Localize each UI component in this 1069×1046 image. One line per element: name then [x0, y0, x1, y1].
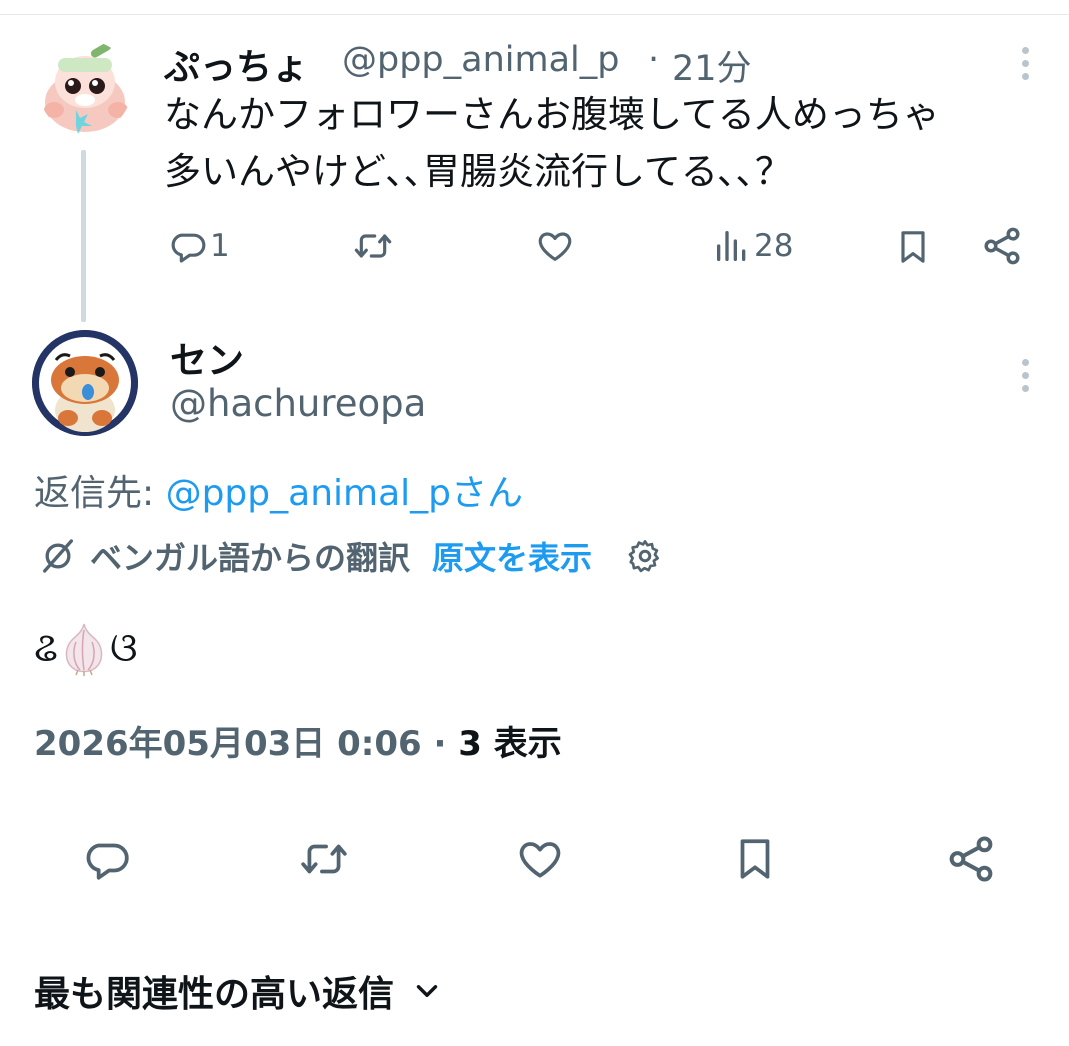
parent-text-line: なんかフォロワーさんお腹壊してる人めっちゃ — [164, 93, 940, 136]
bookmark-icon — [740, 839, 770, 879]
reply-text-right: ଓ — [110, 625, 138, 671]
reply-bookmark-button[interactable] — [730, 832, 780, 886]
parent-bookmark-button[interactable] — [893, 226, 933, 268]
retweet-icon — [354, 234, 392, 258]
chevron-down-icon — [416, 985, 438, 997]
parent-reply-count: 1 — [210, 228, 230, 264]
thread-connector-line — [81, 150, 86, 322]
like-icon — [538, 232, 572, 261]
more-icon[interactable] — [1011, 44, 1041, 84]
parent-view-count: 28 — [754, 228, 794, 264]
parent-timestamp[interactable]: 21分 — [672, 40, 752, 91]
translation-label: ベンガル語からの翻訳 — [90, 539, 411, 577]
retweet-icon — [301, 844, 347, 874]
reply-display-name[interactable]: セン — [170, 330, 244, 384]
translation-row: ベンガル語からの翻訳 原文を表示 — [38, 533, 664, 579]
meta-separator: · — [421, 724, 459, 764]
reply-to-mention[interactable]: @ppp_animal_pさん — [166, 473, 523, 514]
reply-icon — [171, 233, 206, 263]
share-icon — [949, 836, 993, 882]
parent-text-line: 多いんやけど､､胃腸炎流行してる､､？ — [164, 150, 792, 193]
reply-to-line: 返信先: @ppp_animal_pさん — [34, 464, 523, 516]
parent-avatar[interactable] — [38, 40, 132, 134]
reply-tweet-text: ଌ ଓ — [34, 620, 138, 676]
show-original-link[interactable]: 原文を表示 — [432, 533, 592, 579]
reply-retweet-button[interactable] — [298, 834, 350, 884]
more-icon[interactable] — [1011, 356, 1041, 396]
parent-handle[interactable]: @ppp_animal_p — [342, 40, 620, 80]
reply-avatar[interactable] — [32, 330, 138, 436]
translate-icon — [43, 539, 74, 573]
parent-retweet-button[interactable] — [352, 226, 394, 266]
reply-reply-button[interactable] — [82, 834, 132, 884]
reply-handle[interactable]: @hachureopa — [170, 382, 426, 425]
top-divider — [0, 14, 1069, 15]
reply-sort-label: 最も関連性の高い返信 — [34, 974, 395, 1015]
parent-share-button[interactable] — [980, 224, 1024, 268]
views-icon — [717, 231, 746, 261]
parent-like-button[interactable] — [534, 226, 576, 266]
parent-views-button[interactable]: 28 — [712, 226, 793, 266]
reply-meta: 2026年05月03日 0:06 · 3 表示 — [34, 716, 562, 765]
like-icon — [519, 842, 561, 878]
reply-like-button[interactable] — [514, 834, 566, 884]
bookmark-icon — [901, 231, 925, 263]
reply-share-button[interactable] — [944, 832, 998, 886]
parent-reply-button[interactable]: 1 — [168, 226, 230, 266]
gear-icon[interactable] — [626, 537, 664, 575]
garlic-emoji — [65, 623, 103, 676]
reply-date[interactable]: 2026年05月03日 0:06 — [34, 724, 422, 764]
reply-sort-dropdown[interactable]: 最も関連性の高い返信 — [34, 965, 444, 1017]
reply-icon — [86, 843, 129, 880]
parent-display-name[interactable]: ぷっちょ — [164, 38, 308, 90]
parent-tweet-text: なんかフォロワーさんお腹壊してる人めっちゃ 多いんやけど､､胃腸炎流行してる､､… — [164, 86, 1054, 200]
reply-to-prefix: 返信先: — [34, 473, 166, 514]
reply-views: 3 表示 — [458, 724, 562, 764]
parent-separator: · — [648, 40, 660, 80]
reply-text-left: ଌ — [34, 625, 58, 671]
share-icon — [984, 227, 1020, 265]
